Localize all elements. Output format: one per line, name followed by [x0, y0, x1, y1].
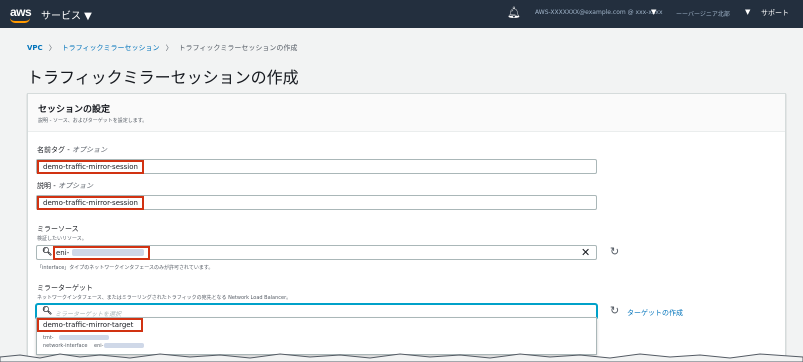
target-option-type: network-interface — [43, 343, 88, 349]
name-tag-label: 名前タグ - オプション — [37, 146, 107, 154]
services-menu[interactable]: サービス ▼ — [41, 7, 92, 22]
account-menu[interactable]: AWS-XXXXXXX@example.com @ xxx-xxxx — [535, 9, 663, 16]
mirror-target-hint: ネットワークインタフェース、またはミラーリングされたトラフィックの宛先となる N… — [37, 295, 292, 301]
aws-logo[interactable]: aws — [10, 5, 32, 19]
refresh-target-icon[interactable]: ↻ — [610, 304, 619, 317]
page-title: トラフィックミラーセッションの作成 — [27, 68, 299, 87]
mirror-source-note: 「interface」タイプのネットワークインタフェースのみが許可されています。 — [37, 265, 214, 271]
target-option-eni: eni- — [94, 343, 104, 349]
top-navigation-bar: aws サービス ▼ 🔔︎ AWS-XXXXXXX@example.com @ … — [0, 0, 803, 28]
panel-title: セッションの設定 — [38, 105, 111, 115]
clear-icon[interactable]: ✕ — [581, 246, 590, 259]
region-menu[interactable]: ーーバージニア北部 — [676, 9, 730, 18]
breadcrumb-current: トラフィックミラーセッションの作成 — [178, 44, 298, 52]
redacted-tmt-id — [59, 335, 109, 340]
mirror-target-label: ミラーターゲット — [37, 284, 93, 292]
panel-header: セッションの設定 説明 - ソース、およびターゲットを設定します。 — [28, 94, 785, 132]
create-target-link[interactable]: ターゲットの作成 — [627, 308, 683, 318]
panel-description: 説明 - ソース、およびターゲットを設定します。 — [38, 118, 148, 124]
mirror-source-hint: 検証したいリソース。 — [37, 236, 87, 242]
aws-logo-smile-icon — [10, 18, 30, 23]
mirror-source-label: ミラーソース — [37, 225, 79, 233]
redacted-target-eni-id — [104, 343, 144, 348]
breadcrumb-separator-icon: 〉 — [48, 44, 56, 52]
redacted-eni-id — [72, 249, 144, 256]
target-option-name[interactable]: demo-traffic-mirror-target — [43, 321, 133, 329]
breadcrumb-sessions-link[interactable]: トラフィックミラーセッション — [62, 44, 160, 52]
breadcrumb: VPC 〉トラフィックミラーセッション〉トラフィックミラーセッションの作成 — [27, 43, 297, 53]
search-icon: 🔍︎ — [42, 306, 53, 315]
description-value: demo-traffic-mirror-session — [43, 199, 138, 207]
breadcrumb-vpc-link[interactable]: VPC — [27, 44, 43, 52]
torn-edge-divider — [0, 353, 803, 362]
account-caret-icon[interactable]: ▼ — [651, 8, 656, 16]
search-icon: 🔍︎ — [42, 247, 53, 256]
refresh-source-icon[interactable]: ↻ — [610, 245, 619, 258]
support-menu[interactable]: サポート — [761, 8, 789, 18]
region-caret-icon[interactable]: ▼ — [745, 8, 750, 16]
name-tag-value: demo-traffic-mirror-session — [43, 163, 138, 171]
bell-icon[interactable]: 🔔︎ — [507, 6, 521, 19]
description-label: 説明 - オプション — [37, 182, 93, 190]
mirror-source-value: eni- — [56, 249, 70, 257]
target-option-id: tmt- — [43, 335, 54, 341]
breadcrumb-separator-icon: 〉 — [165, 44, 173, 52]
